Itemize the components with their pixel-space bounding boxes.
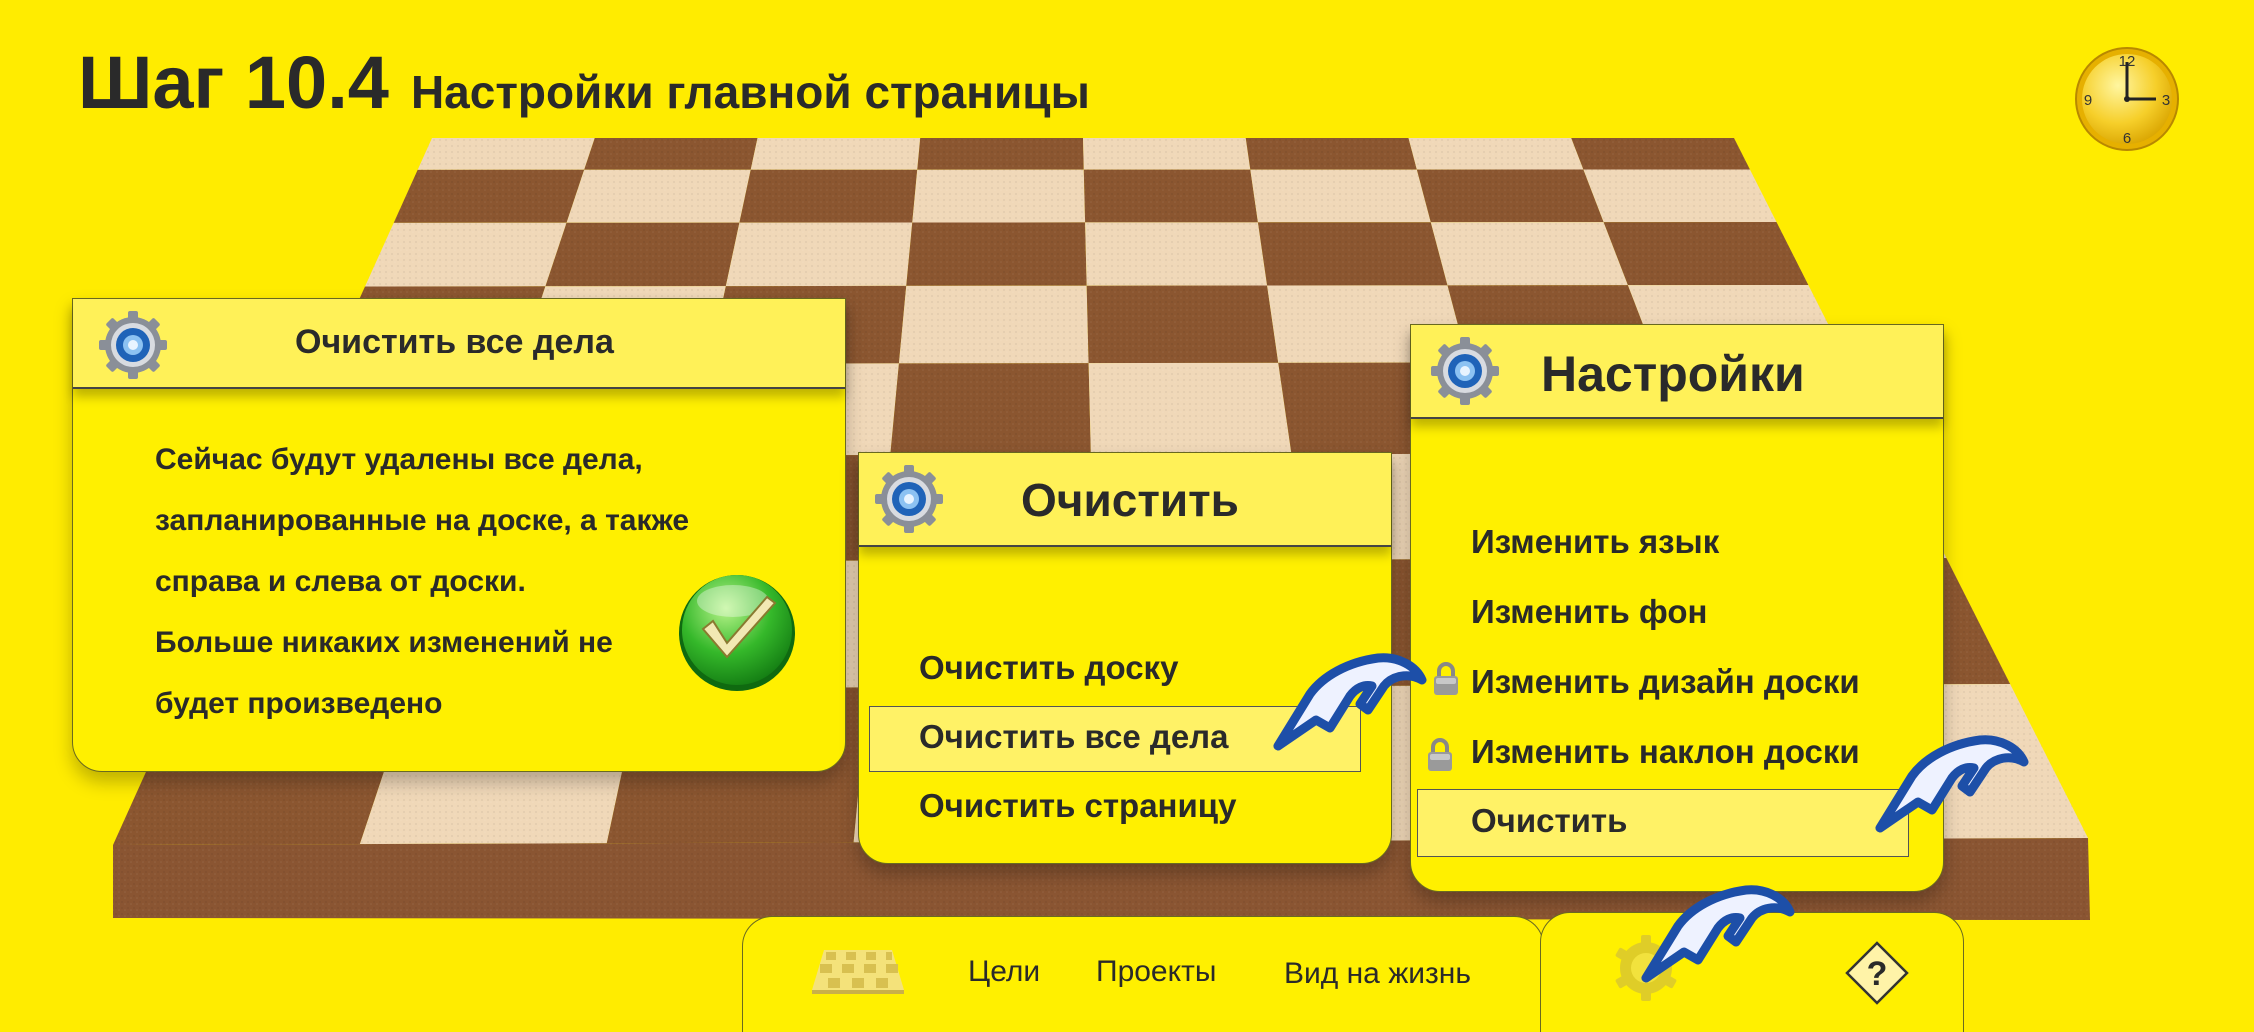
board-square-texture [566,169,751,223]
clock-number-3: 3 [2162,92,2170,109]
clock-number-12: 12 [2119,53,2136,70]
clear-all-dialog: Очистить все дела Сейчас будут удалены в… [72,298,846,772]
board-square-texture [1603,222,1809,286]
menu-item-clear-page[interactable]: Очистить страницу [919,787,1236,825]
pointer-hand-icon [1875,735,2029,833]
settings-menu: Настройки Изменить язык Изменить фон Изм… [1410,324,1944,892]
board-square-texture [1416,169,1604,223]
board-square-texture [890,363,1091,455]
settings-menu-title: Настройки [1541,346,1805,402]
menu-item-change-board-design[interactable]: Изменить дизайн доски [1471,663,1860,701]
clock-number-9: 9 [2084,92,2092,109]
board-square-texture [393,169,585,223]
board-square-texture [417,138,595,170]
nav-projects[interactable]: Проекты [1096,955,1216,989]
board-square-texture [912,169,1086,223]
board-square-texture [1430,222,1628,286]
board-square-texture [1583,169,1777,223]
board-view-icon[interactable] [810,946,906,996]
clear-menu-title: Очистить [1021,474,1239,526]
pointer-hand-icon [1641,885,1795,983]
nav-goals[interactable]: Цели [968,955,1040,989]
help-icon: ? [1867,955,1888,993]
board-square-texture [1245,138,1417,170]
dialog-text-line: Сейчас будут удалены все дела, [155,443,643,476]
gear-icon [875,465,943,533]
menu-item-change-background[interactable]: Изменить фон [1471,593,1707,631]
lock-icon [1434,662,1458,695]
board-square-texture [365,222,567,287]
menu-item-change-board-tilt[interactable]: Изменить наклон доски [1471,733,1860,771]
pointer-hand-icon [1273,653,1427,751]
gear-icon [1431,337,1499,405]
confirm-checkmark-button[interactable] [675,569,799,693]
board-square-texture [584,138,758,170]
board-square-texture [1408,138,1584,170]
board-square-texture [750,138,921,170]
board-square-texture [1086,285,1279,364]
board-square-texture [1250,169,1431,223]
menu-item-clear-board[interactable]: Очистить доску [919,649,1178,687]
step-number: Шаг 10.4 [78,41,389,124]
board-square-texture [725,222,913,287]
menu-item-clear[interactable]: Очистить [1417,789,1909,857]
page-title: Шаг 10.4 Настройки главной страницы [78,40,1090,125]
menu-item-label: Очистить [1471,802,1628,839]
board-square-texture [1083,169,1258,223]
board-square-texture [1088,362,1292,455]
board-square-texture [739,169,918,223]
menu-item-label: Очистить все дела [919,718,1229,755]
menu-item-change-language[interactable]: Изменить язык [1471,523,1719,561]
board-square-texture [906,222,1087,286]
board-square-texture [1083,138,1251,170]
dialog-header: Очистить все дела [73,299,845,389]
clock-number-6: 6 [2123,130,2131,147]
board-square-texture [545,222,740,287]
board-square-texture [1571,138,1750,170]
dialog-text-line: справа и слева от доски. [155,565,526,598]
help-button[interactable]: ? [1844,940,1910,1006]
dialog-text-line: Больше никаких изменений не [155,626,613,659]
board-square-texture [898,285,1089,364]
dialog-text-line: будет произведено [155,687,443,720]
gear-icon [99,311,167,379]
nav-life-view[interactable]: Вид на жизнь [1284,957,1471,991]
lock-icon [1428,738,1452,771]
dialog-text-line: запланированные на доске, а также [155,504,690,537]
dialog-title: Очистить все дела [295,323,614,361]
page-subtitle: Настройки главной страницы [410,66,1090,118]
settings-menu-header: Настройки [1411,325,1943,419]
clear-menu-header: Очистить [859,453,1391,547]
board-square-texture [1085,222,1268,286]
board-square-texture [917,138,1084,170]
board-square-texture [1257,222,1448,286]
clock-icon[interactable]: 12 3 6 9 [2074,46,2180,152]
